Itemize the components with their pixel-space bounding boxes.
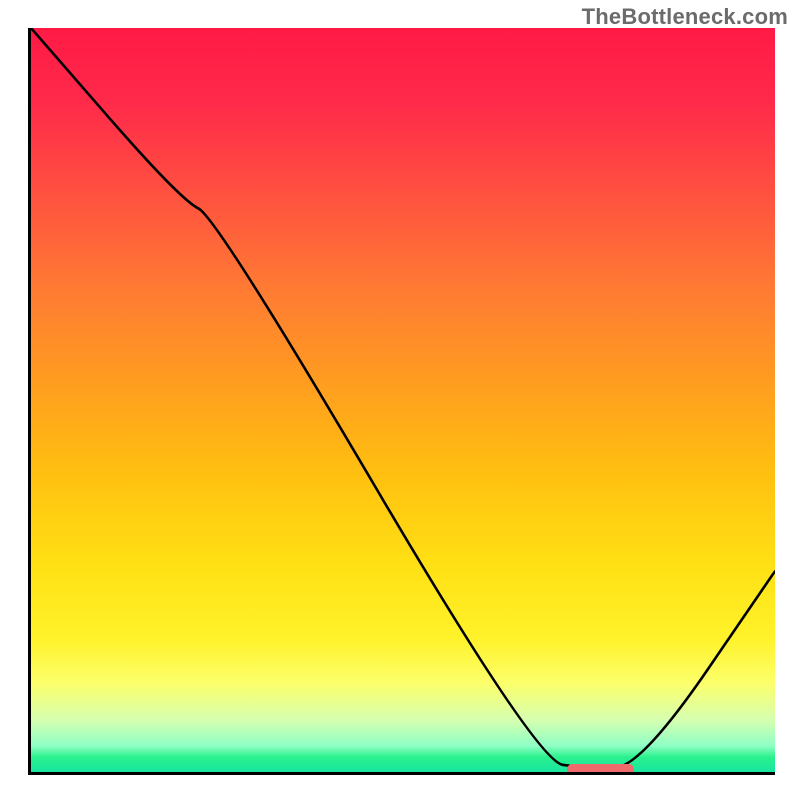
plot-area bbox=[28, 28, 775, 775]
bottleneck-chart: TheBottleneck.com bbox=[0, 0, 800, 800]
bottleneck-curve bbox=[31, 28, 775, 772]
watermark-text: TheBottleneck.com bbox=[582, 4, 788, 30]
optimal-marker bbox=[567, 764, 634, 775]
curve-path bbox=[31, 28, 775, 768]
